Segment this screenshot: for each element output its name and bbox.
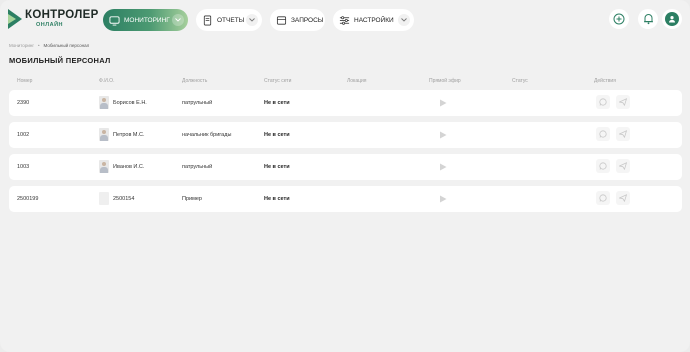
request-icon — [276, 15, 287, 25]
nav-monitoring[interactable]: МОНИТОРИНГ — [103, 9, 188, 31]
send-icon — [619, 130, 627, 138]
row-person: Петров М.С. — [99, 128, 145, 141]
row-network-status: Не в сети — [264, 100, 290, 106]
person-photo — [99, 96, 109, 109]
play-icon[interactable] — [439, 195, 447, 203]
row-network-status: Не в сети — [264, 164, 290, 170]
breadcrumb-separator-icon: • — [37, 43, 40, 48]
table-row[interactable]: 1002 Петров М.С. начальник бригады Не в … — [9, 122, 682, 148]
send-icon — [619, 162, 627, 170]
send-icon — [619, 194, 627, 202]
whatsapp-icon — [599, 98, 607, 106]
row-name: Иванов И.С. — [113, 163, 145, 170]
row-name: Борисов Е.Н. — [113, 99, 147, 106]
table-header: Номер Ф.И.О. Должность Статус сети Локац… — [9, 78, 682, 86]
monitor-icon — [109, 15, 120, 26]
add-icon — [613, 13, 625, 25]
notifications-button[interactable] — [638, 9, 658, 29]
chevron-down-icon[interactable] — [398, 14, 410, 26]
breadcrumb: Мониторинг • Мобильный персонал — [9, 43, 89, 48]
row-position: Пример — [182, 196, 202, 202]
col-actions: Действия — [594, 78, 616, 84]
row-position: начальник бригады — [182, 132, 232, 138]
row-number: 1002 — [17, 132, 30, 138]
col-number[interactable]: Номер — [17, 78, 32, 84]
play-icon[interactable] — [439, 131, 447, 139]
row-name: Петров М.С. — [113, 131, 145, 138]
col-position[interactable]: Должность — [182, 78, 207, 84]
nav-requests[interactable]: ЗАПРОСЫ — [270, 9, 325, 31]
row-number: 2500199 — [17, 196, 39, 202]
chevron-down-icon[interactable] — [246, 14, 258, 26]
logo-subtitle: ОНЛАЙН — [36, 21, 64, 28]
person-photo-placeholder — [99, 192, 109, 205]
report-icon — [203, 15, 212, 25]
send-button[interactable] — [616, 191, 630, 205]
row-name: 2500154 — [113, 195, 135, 202]
top-header: КОНТРОЛЕР ОНЛАЙН МОНИТОРИНГ ОТЧЕТЫ ЗАПРО… — [0, 0, 690, 40]
table-row[interactable]: 2390 Борисов Е.Н. патрульный Не в сети — [9, 90, 682, 116]
nav-reports-label: ОТЧЕТЫ — [217, 16, 245, 24]
row-position: патрульный — [182, 100, 213, 106]
col-fio[interactable]: Ф.И.О. — [99, 78, 114, 84]
breadcrumb-current: Мобильный персонал — [43, 43, 90, 48]
nav-settings[interactable]: НАСТРОЙКИ — [333, 9, 414, 31]
send-button[interactable] — [616, 159, 630, 173]
send-button[interactable] — [616, 95, 630, 109]
logo[interactable]: КОНТРОЛЕР ОНЛАЙН — [8, 9, 99, 29]
user-avatar-button[interactable] — [662, 9, 682, 29]
send-button[interactable] — [616, 127, 630, 141]
whatsapp-button[interactable] — [596, 95, 610, 109]
row-network-status: Не в сети — [264, 132, 290, 138]
whatsapp-button[interactable] — [596, 159, 610, 173]
play-icon[interactable] — [439, 163, 447, 171]
nav-requests-label: ЗАПРОСЫ — [291, 16, 324, 24]
whatsapp-button[interactable] — [596, 191, 610, 205]
row-number: 2390 — [17, 100, 30, 106]
row-number: 1003 — [17, 164, 30, 170]
bell-icon — [643, 14, 653, 25]
user-avatar-icon — [665, 12, 679, 26]
add-button[interactable] — [609, 9, 629, 29]
whatsapp-icon — [599, 130, 607, 138]
row-person: Борисов Е.Н. — [99, 96, 147, 109]
person-photo — [99, 160, 109, 173]
whatsapp-icon — [599, 194, 607, 202]
col-location[interactable]: Локация — [347, 78, 367, 84]
nav-settings-label: НАСТРОЙКИ — [354, 16, 394, 24]
logo-title: КОНТРОЛЕР — [25, 9, 99, 21]
nav-monitoring-label: МОНИТОРИНГ — [124, 16, 170, 24]
send-icon — [619, 98, 627, 106]
table-row[interactable]: 1003 Иванов И.С. патрульный Не в сети — [9, 154, 682, 180]
app-window: КОНТРОЛЕР ОНЛАЙН МОНИТОРИНГ ОТЧЕТЫ ЗАПРО… — [0, 0, 690, 352]
play-icon[interactable] — [439, 99, 447, 107]
row-person: 2500154 — [99, 192, 134, 205]
logo-mark-icon — [8, 9, 22, 29]
col-status[interactable]: Статус — [512, 78, 528, 84]
person-photo — [99, 128, 109, 141]
page-title: МОБИЛЬНЫЙ ПЕРСОНАЛ — [9, 56, 111, 65]
whatsapp-button[interactable] — [596, 127, 610, 141]
row-person: Иванов И.С. — [99, 160, 144, 173]
row-network-status: Не в сети — [264, 196, 290, 202]
col-network-status[interactable]: Статус сети — [264, 78, 291, 84]
whatsapp-icon — [599, 162, 607, 170]
row-position: патрульный — [182, 164, 213, 170]
nav-reports[interactable]: ОТЧЕТЫ — [196, 9, 262, 31]
breadcrumb-root[interactable]: Мониторинг — [9, 43, 34, 48]
col-live[interactable]: Прямой эфир — [429, 78, 461, 84]
settings-sliders-icon — [339, 15, 350, 25]
chevron-down-icon[interactable] — [172, 14, 184, 26]
table-row[interactable]: 2500199 2500154 Пример Не в сети — [9, 186, 682, 212]
